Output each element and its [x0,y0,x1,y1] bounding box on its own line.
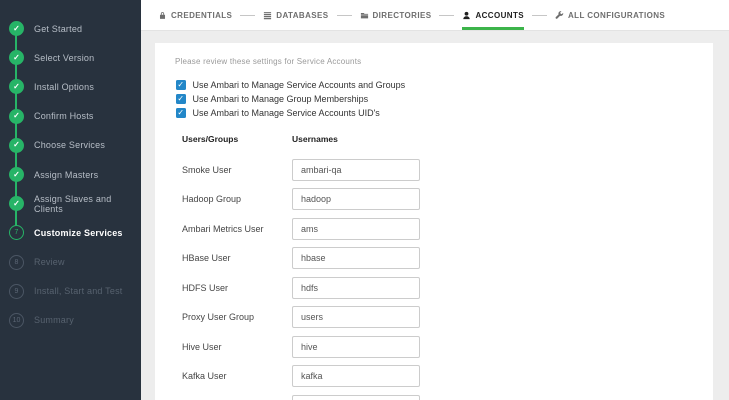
step-check-icon: ✓ [9,167,24,182]
step-check-icon: ✓ [9,50,24,65]
step-number-circle: 8 [9,255,24,270]
wrench-icon [555,11,564,20]
tab-separator-dash [337,15,352,16]
tab-accounts[interactable]: ACCOUNTS [462,0,524,30]
wizard-steps: ✓ Get Started ✓ Select Version ✓ Install… [0,0,141,335]
row-label: Ambari Metrics User [182,224,292,234]
option-use-ambari-to-manage-service-accounts-and-groups[interactable]: ✓ Use Ambari to Manage Service Accounts … [176,80,713,90]
username-input-proxy-user-group[interactable] [292,306,420,328]
step-check-icon: ✓ [9,138,24,153]
tab-directories[interactable]: DIRECTORIES [360,0,432,30]
row-label: Kafka User [182,371,292,381]
table-row-hdfs-user: HDFS User [182,273,713,303]
step-label: Confirm Hosts [34,111,94,121]
sidebar-step-select-version[interactable]: ✓ Select Version [0,43,141,72]
row-label: Hive User [182,342,292,352]
accounts-panel: Please review these settings for Service… [155,43,713,400]
table-row-kafka-user: Kafka User [182,362,713,392]
sidebar-step-confirm-hosts[interactable]: ✓ Confirm Hosts [0,102,141,131]
option-use-ambari-to-manage-group-memberships[interactable]: ✓ Use Ambari to Manage Group Memberships [176,94,713,104]
username-input-hive-user[interactable] [292,336,420,358]
tab-label: DIRECTORIES [373,11,432,20]
row-label: Smoke User [182,165,292,175]
step-check-icon: ✓ [9,109,24,124]
username-input-hdfs-user[interactable] [292,277,420,299]
user-icon [462,11,471,20]
lock-icon [158,11,167,20]
service-accounts-table: Users/Groups Usernames Smoke User Hadoop… [182,134,713,400]
step-label: Assign Slaves and Clients [34,194,141,214]
manage-accounts-options: ✓ Use Ambari to Manage Service Accounts … [176,80,713,118]
table-row-hadoop-group: Hadoop Group [182,185,713,215]
usernames-header: Usernames [292,134,338,144]
checkbox-checked-icon[interactable]: ✓ [176,80,186,90]
sidebar-step-customize-services[interactable]: 7 Customize Services [0,218,141,247]
step-label: Install, Start and Test [34,286,122,296]
step-check-icon: ✓ [9,196,24,211]
step-number-circle: 7 [9,225,24,240]
option-use-ambari-to-manage-service-accounts-uid-s[interactable]: ✓ Use Ambari to Manage Service Accounts … [176,108,713,118]
row-label: HDFS User [182,283,292,293]
sidebar-step-install-start-and-test: 9 Install, Start and Test [0,277,141,306]
step-check-icon: ✓ [9,21,24,36]
database-icon [263,11,272,20]
tab-all-configurations[interactable]: ALL CONFIGURATIONS [555,0,665,30]
username-input-kafka-user[interactable] [292,365,420,387]
row-label: HBase User [182,253,292,263]
checkbox-label: Use Ambari to Manage Group Memberships [193,94,369,104]
step-label: Assign Masters [34,170,98,180]
tab-databases[interactable]: DATABASES [263,0,328,30]
sidebar-step-choose-services[interactable]: ✓ Choose Services [0,131,141,160]
tab-label: DATABASES [276,11,328,20]
step-label: Select Version [34,53,94,63]
table-header-row: Users/Groups Usernames [182,134,713,144]
table-row-proxy-user-group: Proxy User Group [182,303,713,333]
step-number-circle: 9 [9,284,24,299]
checkbox-label: Use Ambari to Manage Service Accounts an… [193,80,406,90]
table-row-smoke-user: Smoke User [182,155,713,185]
tab-separator-dash [532,15,547,16]
wizard-sidebar: ✓ Get Started ✓ Select Version ✓ Install… [0,0,141,400]
sidebar-step-get-started[interactable]: ✓ Get Started [0,14,141,43]
config-tab-bar: CREDENTIALS DATABASES DIRECTORIES ACCOUNTS A… [141,0,729,31]
username-input-ambari-metrics-user[interactable] [292,218,420,240]
sidebar-step-assign-masters[interactable]: ✓ Assign Masters [0,160,141,189]
sidebar-step-summary: 10 Summary [0,306,141,335]
step-label: Choose Services [34,140,105,150]
table-row-hive-user: Hive User [182,332,713,362]
table-rows: Smoke User Hadoop Group Ambari Metrics U… [182,155,713,400]
table-row-ambari-metrics-user: Ambari Metrics User [182,214,713,244]
sidebar-step-review: 8 Review [0,248,141,277]
step-label: Install Options [34,82,94,92]
checkbox-checked-icon[interactable]: ✓ [176,108,186,118]
tab-separator-dash [439,15,454,16]
table-row-mapreduce-user: Mapreduce User [182,391,713,400]
tab-label: ALL CONFIGURATIONS [568,11,665,20]
tab-label: CREDENTIALS [171,11,232,20]
username-input-hbase-user[interactable] [292,247,420,269]
sidebar-step-assign-slaves-and-clients[interactable]: ✓ Assign Slaves and Clients [0,189,141,218]
step-label: Summary [34,315,74,325]
tab-separator-dash [240,15,255,16]
checkbox-checked-icon[interactable]: ✓ [176,94,186,104]
step-label: Customize Services [34,228,123,238]
tab-label: ACCOUNTS [475,11,524,20]
row-label: Proxy User Group [182,312,292,322]
username-input-smoke-user[interactable] [292,159,420,181]
row-label: Hadoop Group [182,194,292,204]
users-groups-header: Users/Groups [182,134,292,144]
step-label: Get Started [34,24,82,34]
username-input-hadoop-group[interactable] [292,188,420,210]
step-check-icon: ✓ [9,79,24,94]
intro-text: Please review these settings for Service… [175,57,713,66]
username-input-mapreduce-user[interactable] [292,395,420,400]
tab-credentials[interactable]: CREDENTIALS [158,0,232,30]
step-label: Review [34,257,65,267]
folder-icon [360,11,369,20]
step-number-circle: 10 [9,313,24,328]
table-row-hbase-user: HBase User [182,244,713,274]
checkbox-label: Use Ambari to Manage Service Accounts UI… [193,108,380,118]
sidebar-step-install-options[interactable]: ✓ Install Options [0,72,141,101]
